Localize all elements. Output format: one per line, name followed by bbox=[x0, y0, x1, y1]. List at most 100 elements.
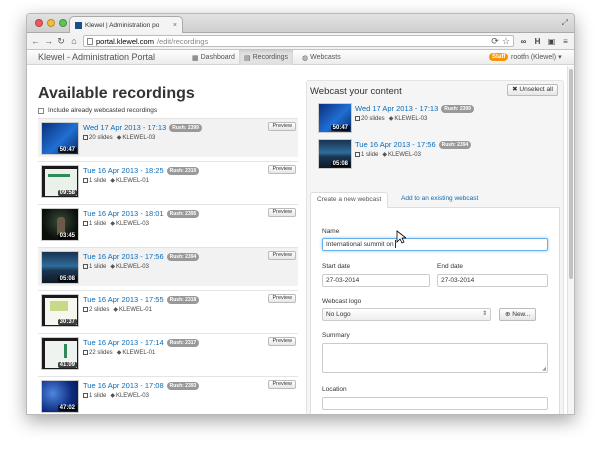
end-date-input[interactable]: 27-03-2014 bbox=[437, 274, 548, 287]
recording-date-link[interactable]: Tue 16 Apr 2013 - 17:08 Rush: 2393 bbox=[83, 381, 200, 390]
recording-thumbnail[interactable]: 03:45 bbox=[41, 208, 79, 241]
recording-date-link[interactable]: Tue 16 Apr 2013 - 18:01 Rush: 2395 bbox=[83, 209, 200, 218]
favicon-icon bbox=[75, 21, 82, 29]
url-toolbar: ← → ↻ ⌂ portal.klewel.com/edit/recording… bbox=[27, 33, 574, 50]
menu-icon[interactable]: ≡ bbox=[561, 37, 570, 46]
reload-icon[interactable]: ↻ bbox=[57, 36, 65, 47]
scrollbar-thumb[interactable] bbox=[569, 69, 573, 279]
slides-icon bbox=[83, 349, 88, 355]
include-webcasted-toggle[interactable]: Include already webcasted recordings bbox=[38, 107, 157, 114]
include-webcasted-label: Include already webcasted recordings bbox=[48, 107, 158, 114]
tab-add-existing-webcast[interactable]: Add to an existing webcast bbox=[396, 192, 483, 208]
recording-row[interactable]: 41:09 Tue 16 Apr 2013 - 17:14 Rush: 2317 … bbox=[38, 333, 298, 372]
glasses-extension-icon[interactable]: ∞ bbox=[519, 37, 528, 46]
preview-button[interactable]: Preview bbox=[268, 294, 296, 303]
nav-dashboard[interactable]: ▦ Dashboard bbox=[187, 50, 240, 65]
unselect-all-button[interactable]: ✖ Unselect all bbox=[507, 84, 558, 96]
recording-thumbnail[interactable]: 50:47 bbox=[41, 122, 79, 155]
recording-thumbnail[interactable]: 05:08 bbox=[41, 251, 79, 284]
new-logo-button[interactable]: ⊕ New... bbox=[499, 308, 537, 321]
preview-button[interactable]: Preview bbox=[268, 165, 296, 174]
zoom-window-button[interactable] bbox=[59, 19, 67, 27]
recording-date-link[interactable]: Tue 16 Apr 2013 - 17:56 Rush: 2394 bbox=[83, 252, 200, 261]
recording-meta: 1 slide ◆KLEWEL-03 bbox=[83, 220, 149, 227]
slides-count: 20 slides bbox=[89, 134, 113, 141]
preview-button[interactable]: Preview bbox=[268, 122, 296, 131]
tab-close-icon[interactable]: × bbox=[173, 22, 177, 29]
staff-badge: Staff bbox=[489, 53, 509, 61]
rush-badge: Rush: 2399 bbox=[441, 105, 474, 113]
recording-date-link[interactable]: Wed 17 Apr 2013 - 17:13 Rush: 2399 bbox=[355, 104, 474, 113]
page-icon bbox=[87, 37, 93, 45]
address-bar[interactable]: portal.klewel.com/edit/recordings ⟳ ☆ bbox=[83, 35, 514, 47]
recording-row[interactable]: 30:37 Tue 16 Apr 2013 - 17:55 Rush: 2318 … bbox=[38, 290, 298, 329]
include-webcasted-checkbox[interactable] bbox=[38, 107, 44, 114]
recording-thumbnail[interactable]: 05:08 bbox=[318, 139, 352, 169]
recording-date-link[interactable]: Tue 16 Apr 2013 - 17:55 Rush: 2318 bbox=[83, 295, 200, 304]
start-date-input[interactable]: 27-03-2014 bbox=[322, 274, 430, 287]
recording-thumbnail[interactable]: 50:47 bbox=[318, 103, 352, 133]
recording-row[interactable]: 03:45 Tue 16 Apr 2013 - 18:01 Rush: 2395 … bbox=[38, 204, 298, 243]
nav-webcasts[interactable]: ◍ Webcasts bbox=[297, 50, 346, 65]
recording-date-link[interactable]: Tue 16 Apr 2013 - 17:56 Rush: 2394 bbox=[355, 140, 472, 149]
nav-webcasts-label: Webcasts bbox=[310, 54, 341, 61]
recording-date-link[interactable]: Tue 16 Apr 2013 - 17:14 Rush: 2317 bbox=[83, 338, 200, 347]
recording-thumbnail[interactable]: 41:09 bbox=[41, 337, 79, 370]
recording-thumbnail[interactable]: 30:37 bbox=[41, 294, 79, 327]
preview-button[interactable]: Preview bbox=[268, 380, 296, 389]
brand[interactable]: Klewel - Administration Portal bbox=[38, 52, 155, 62]
preview-button[interactable]: Preview bbox=[268, 337, 296, 346]
duration-label: 09:58 bbox=[57, 190, 77, 196]
recording-meta: 22 slides ◆KLEWEL-01 bbox=[83, 349, 155, 356]
fullscreen-icon[interactable]: ⤢ bbox=[562, 18, 568, 28]
recording-row[interactable]: 05:08 Tue 16 Apr 2013 - 17:56 Rush: 2394 … bbox=[38, 247, 298, 286]
recording-date-link[interactable]: Tue 16 Apr 2013 - 18:25 Rush: 2319 bbox=[83, 166, 200, 175]
sync-icon[interactable]: ⟳ bbox=[491, 36, 499, 47]
rush-badge: Rush: 2399 bbox=[169, 124, 202, 132]
recording-thumbnail[interactable]: 09:58 bbox=[41, 165, 79, 198]
preview-button[interactable]: Preview bbox=[268, 208, 296, 217]
device-tag: KLEWEL-01 bbox=[115, 178, 149, 184]
recording-date-link[interactable]: Wed 17 Apr 2013 - 17:13 Rush: 2399 bbox=[83, 123, 202, 132]
browser-window: Klewel | Administration po × ⤢ ← → ↻ ⌂ p… bbox=[26, 13, 575, 415]
selected-recording[interactable]: 05:08 Tue 16 Apr 2013 - 17:56 Rush: 2394 … bbox=[318, 139, 558, 173]
page-scrollbar[interactable] bbox=[567, 66, 574, 414]
summary-textarea[interactable]: ◢ bbox=[322, 343, 548, 373]
rush-badge: Rush: 2319 bbox=[166, 167, 200, 175]
tag-icon: ◆ bbox=[110, 393, 115, 399]
recording-thumbnail[interactable]: 47:02 bbox=[41, 380, 79, 413]
recording-meta: 1 slide ◆KLEWEL-03 bbox=[355, 151, 421, 158]
bookmark-star-icon[interactable]: ☆ bbox=[502, 36, 510, 47]
recording-row[interactable]: 50:47 Wed 17 Apr 2013 - 17:13 Rush: 2399 … bbox=[38, 118, 298, 157]
minimize-window-button[interactable] bbox=[47, 19, 55, 27]
recording-row[interactable]: 47:02 Tue 16 Apr 2013 - 17:08 Rush: 2393 … bbox=[38, 376, 298, 414]
window-controls bbox=[35, 19, 67, 27]
slides-count: 1 slide bbox=[89, 177, 107, 184]
tag-icon: ◆ bbox=[382, 152, 387, 158]
nav-recordings[interactable]: ▤ Recordings bbox=[239, 50, 294, 65]
slides-count: 1 slide bbox=[89, 220, 107, 227]
close-window-button[interactable] bbox=[35, 19, 43, 27]
name-input[interactable]: International summit on bbox=[322, 238, 548, 251]
duration-label: 50:47 bbox=[57, 147, 77, 153]
browser-tab[interactable]: Klewel | Administration po × bbox=[69, 16, 183, 33]
user-menu[interactable]: rootfn (Klewel) ▾ bbox=[511, 53, 562, 61]
webcast-logo-select[interactable]: No Logo ⇕ bbox=[322, 308, 491, 321]
location-input[interactable] bbox=[322, 397, 548, 410]
forward-icon[interactable]: → bbox=[44, 36, 53, 46]
create-webcast-form: Name International summit on Start date … bbox=[310, 208, 560, 414]
extension-icon[interactable]: ▣ bbox=[547, 37, 556, 46]
device-tag: KLEWEL-01 bbox=[118, 307, 152, 313]
tag-icon: ◆ bbox=[116, 350, 122, 356]
h-extension-icon[interactable]: H bbox=[533, 37, 542, 46]
back-icon[interactable]: ← bbox=[31, 36, 40, 46]
preview-button[interactable]: Preview bbox=[268, 251, 296, 260]
recording-row[interactable]: 09:58 Tue 16 Apr 2013 - 18:25 Rush: 2319 … bbox=[38, 161, 298, 200]
selected-recording[interactable]: 50:47 Wed 17 Apr 2013 - 17:13 Rush: 2399 … bbox=[318, 103, 558, 137]
film-icon: ▤ bbox=[244, 54, 251, 62]
resize-grip-icon[interactable]: ◢ bbox=[542, 366, 546, 372]
nav-recordings-label: Recordings bbox=[252, 54, 289, 61]
tab-create-webcast[interactable]: Create a new webcast bbox=[310, 192, 389, 208]
home-icon[interactable]: ⌂ bbox=[70, 36, 78, 46]
rush-badge: Rush: 2394 bbox=[166, 253, 200, 261]
